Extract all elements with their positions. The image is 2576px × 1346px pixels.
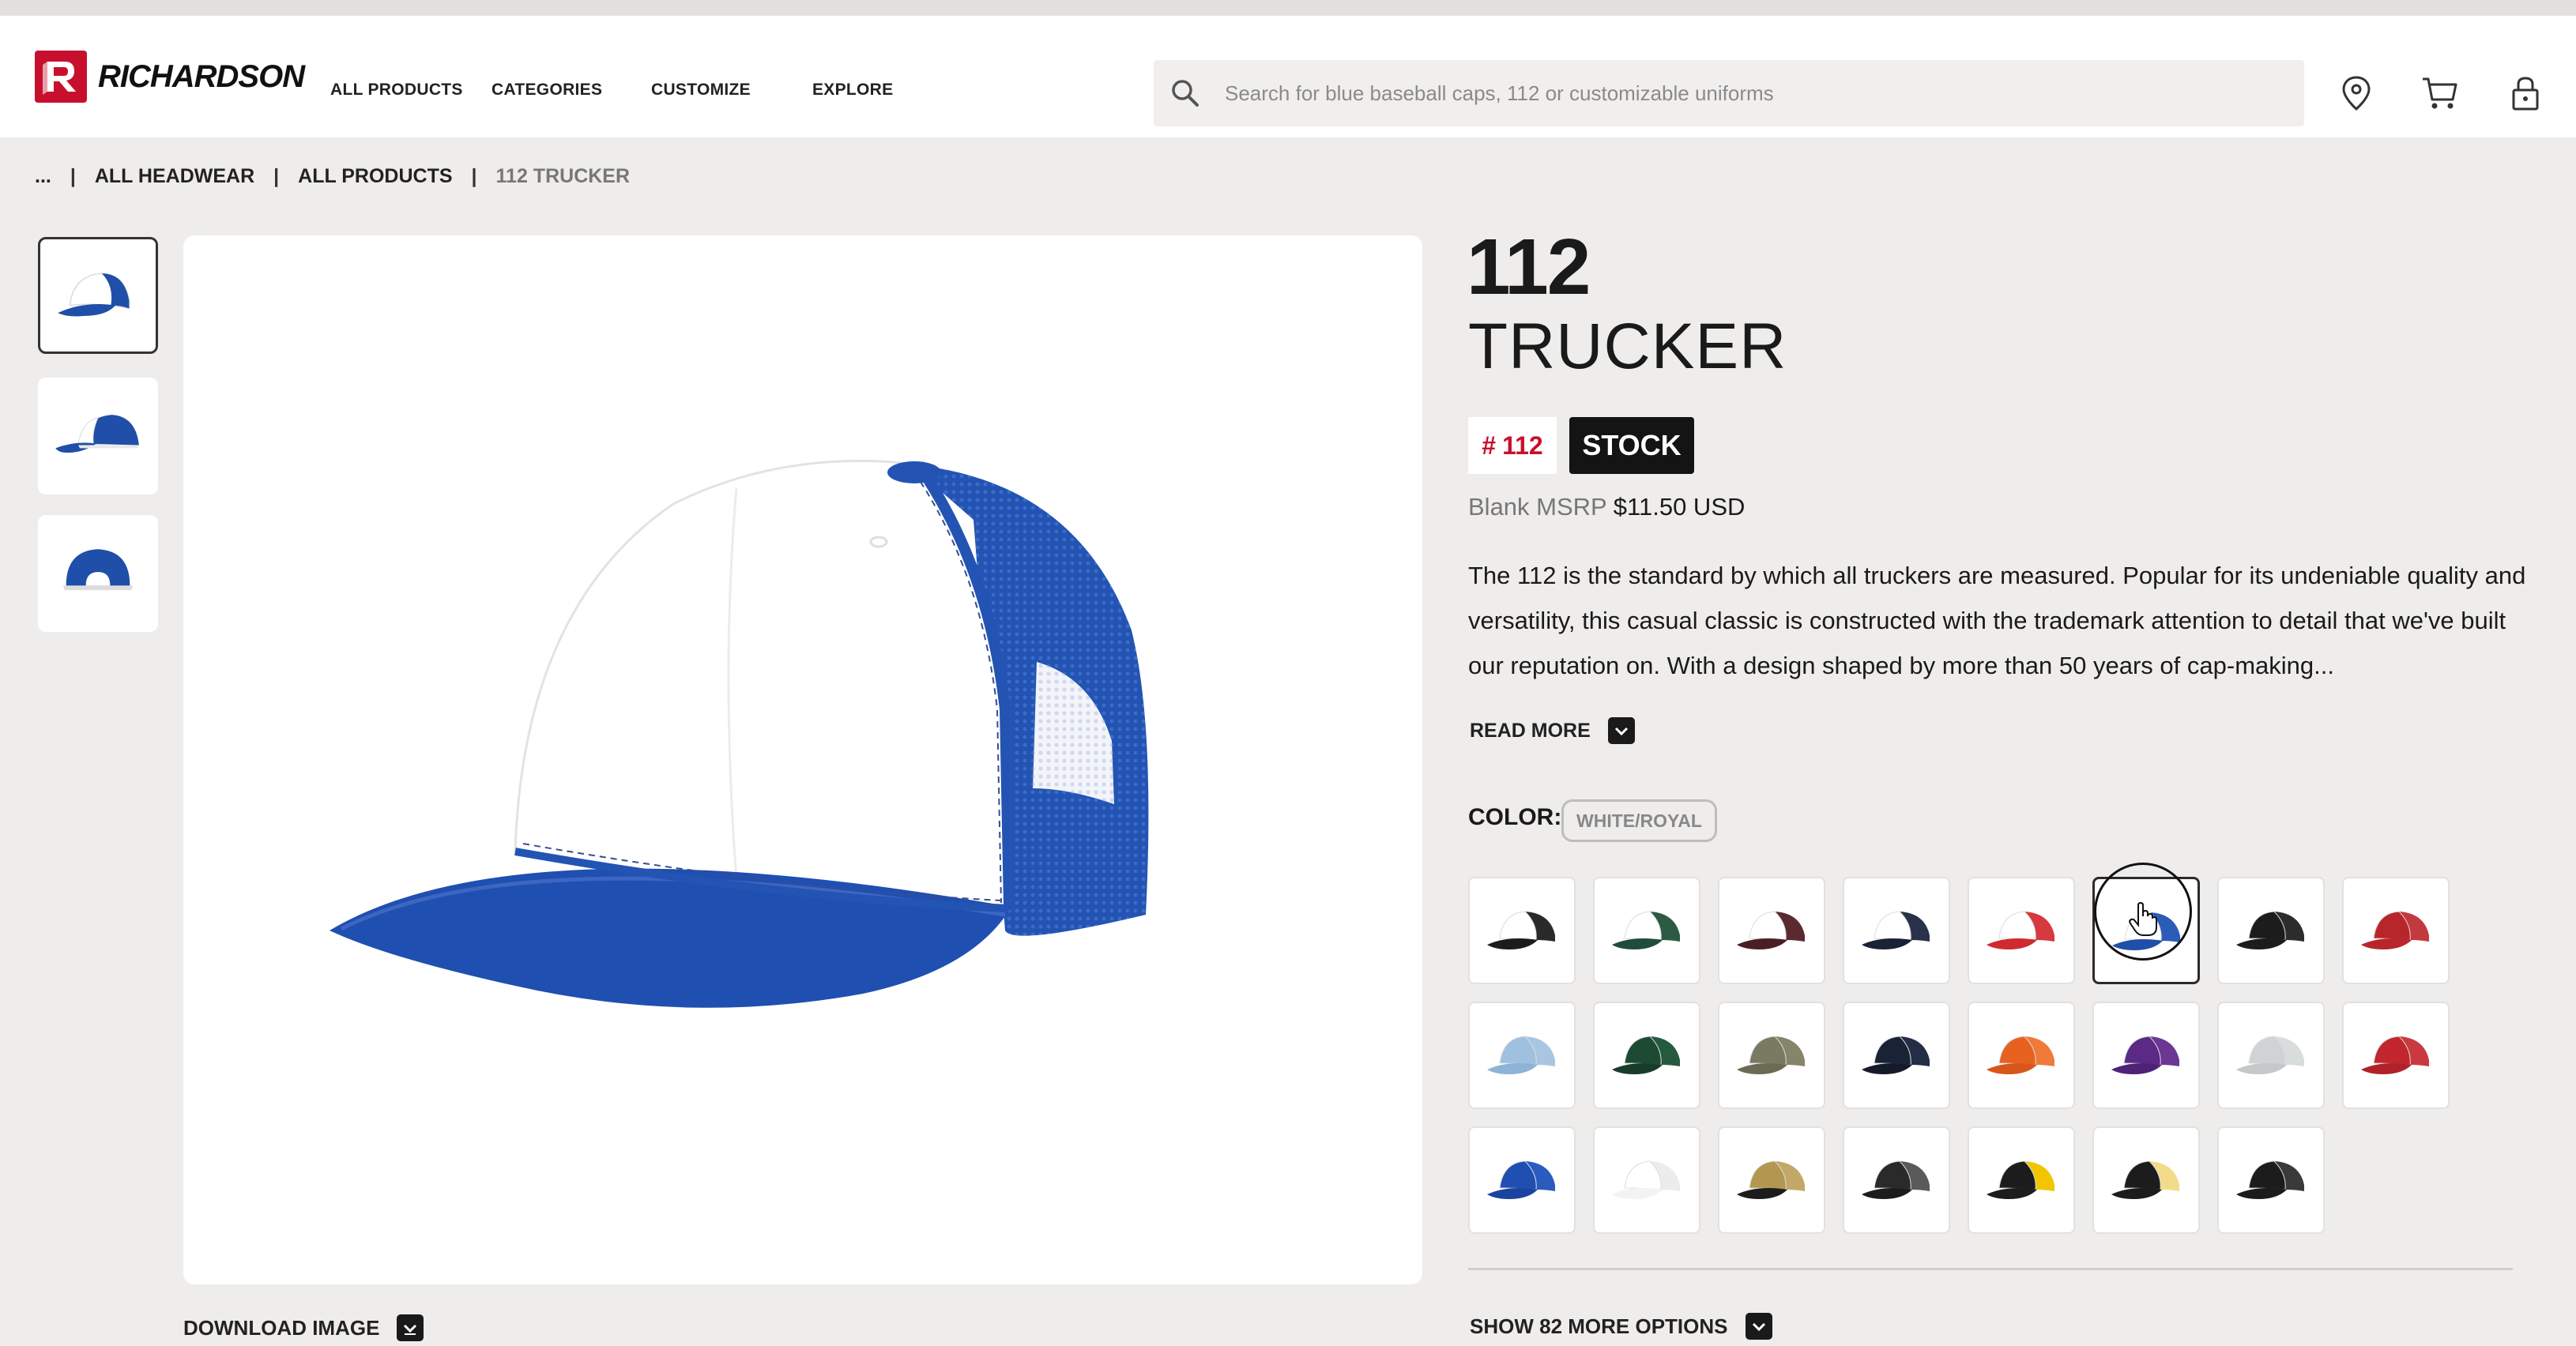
breadcrumb-ellipsis[interactable]: ... [35, 165, 51, 188]
color-label: COLOR: [1468, 804, 1562, 830]
breadcrumb-current: 112 TRUCKER [495, 164, 631, 187]
cap-back-thumbnail-image [62, 549, 134, 591]
site-header: RICHARDSON ALL PRODUCTS CATEGORIES CUSTO… [0, 16, 2576, 137]
download-image-button[interactable]: DOWNLOAD IMAGE [183, 1314, 424, 1341]
thumbnail-back[interactable] [38, 515, 158, 632]
hand-pointer-icon [2129, 902, 2157, 936]
color-swatch[interactable] [1968, 1002, 2075, 1109]
color-swatch[interactable] [1593, 877, 1700, 984]
color-swatch-grid [1468, 877, 2464, 1234]
read-more-button[interactable]: READ MORE [1470, 717, 1635, 744]
breadcrumb-separator: | [471, 164, 477, 187]
color-swatch[interactable] [1843, 1126, 1950, 1234]
read-more-label: READ MORE [1470, 719, 1591, 742]
cap-swatch-icon [1487, 1036, 1555, 1074]
color-swatch[interactable] [1718, 1002, 1825, 1109]
lock-icon[interactable] [2505, 73, 2546, 114]
product-description: The 112 is the standard by which all tru… [1468, 562, 2526, 679]
breadcrumb-separator: | [273, 164, 280, 187]
cap-swatch-icon [2361, 911, 2429, 949]
msrp-price: $11.50 USD [1613, 493, 1746, 521]
chevron-down-icon [1607, 717, 1635, 744]
location-pin-icon[interactable] [2336, 73, 2377, 114]
breadcrumb-all-products[interactable]: ALL PRODUCTS [298, 165, 452, 188]
sku-badge: # 112 [1468, 417, 1557, 474]
cap-swatch-icon [1487, 1160, 1555, 1199]
cap-front-thumbnail-image [58, 273, 130, 317]
show-more-options-button[interactable]: SHOW 82 MORE OPTIONS [1470, 1313, 1772, 1340]
cap-swatch-icon [1737, 1036, 1805, 1074]
nav-customize[interactable]: CUSTOMIZE [651, 81, 751, 100]
color-swatch[interactable] [1593, 1002, 1700, 1109]
color-swatch[interactable] [1843, 877, 1950, 984]
color-swatch[interactable] [1968, 877, 2075, 984]
search-bar [1154, 60, 2304, 126]
cap-swatch-icon [1862, 1160, 1930, 1199]
brand-logo[interactable]: RICHARDSON [35, 51, 305, 103]
product-name: TRUCKER [1468, 310, 1787, 382]
color-swatch[interactable] [2092, 1126, 2200, 1234]
main-product-image[interactable] [183, 235, 1422, 1284]
color-swatch[interactable] [1468, 1126, 1576, 1234]
color-swatch[interactable] [2092, 1002, 2200, 1109]
color-swatch[interactable] [1718, 877, 1825, 984]
breadcrumb-separator: | [70, 164, 76, 187]
cap-swatch-icon [1862, 911, 1930, 949]
browser-top-strip [0, 0, 2576, 16]
cap-swatch-icon [1737, 911, 1805, 949]
cap-swatch-icon [2236, 911, 2304, 949]
stock-badge: STOCK [1569, 417, 1694, 474]
breadcrumb: ... | ALL HEADWEAR | ALL PRODUCTS | 112 … [35, 163, 630, 190]
color-swatch[interactable] [2217, 1002, 2325, 1109]
cap-swatch-icon [2236, 1036, 2304, 1074]
msrp: Blank MSRP $11.50 USD [1468, 493, 1745, 521]
color-swatch[interactable] [1468, 877, 1576, 984]
cap-swatch-icon [2361, 1036, 2429, 1074]
color-swatch[interactable] [1593, 1126, 1700, 1234]
cap-swatch-icon [1737, 1160, 1805, 1199]
cap-swatch-icon [2111, 1160, 2179, 1199]
product-number: 112 [1467, 223, 1591, 311]
color-swatch[interactable] [2342, 877, 2450, 984]
richardson-r-logo-icon [35, 51, 87, 103]
cap-swatch-icon [1612, 911, 1680, 949]
search-input[interactable] [1225, 60, 2284, 126]
color-swatch[interactable] [2342, 1002, 2450, 1109]
chevron-down-icon [1745, 1313, 1772, 1340]
color-swatch[interactable] [1718, 1126, 1825, 1234]
cap-swatch-icon [1487, 911, 1555, 949]
nav-explore[interactable]: EXPLORE [812, 81, 893, 100]
selected-color-badge: WHITE/ROYAL [1561, 799, 1717, 842]
download-image-label: DOWNLOAD IMAGE [183, 1315, 380, 1340]
cap-swatch-icon [1987, 1036, 2054, 1074]
download-icon [397, 1314, 424, 1341]
cap-swatch-icon [1987, 911, 2054, 949]
color-swatch[interactable] [1468, 1002, 1576, 1109]
color-swatch[interactable] [2217, 1126, 2325, 1234]
sku-value: 112 [1502, 430, 1543, 460]
thumbnail-front[interactable] [38, 237, 158, 354]
nav-all-products[interactable]: ALL PRODUCTS [330, 81, 463, 100]
breadcrumb-all-headwear[interactable]: ALL HEADWEAR [95, 165, 254, 188]
search-icon[interactable] [1169, 77, 1201, 109]
thumbnail-side[interactable] [38, 378, 158, 494]
cap-swatch-icon [1987, 1160, 2054, 1199]
cart-icon[interactable] [2420, 73, 2461, 114]
nav-categories[interactable]: CATEGORIES [491, 81, 602, 100]
color-swatch[interactable] [2217, 877, 2325, 984]
brand-name: RICHARDSON [98, 58, 305, 94]
cap-main-image [330, 460, 1149, 1008]
more-options-label: SHOW 82 MORE OPTIONS [1470, 1314, 1728, 1338]
cap-swatch-icon [2111, 1036, 2179, 1074]
cap-swatch-icon [1612, 1160, 1680, 1199]
cap-swatch-icon [2236, 1160, 2304, 1199]
color-swatch[interactable] [1968, 1126, 2075, 1234]
msrp-label: Blank MSRP [1468, 493, 1607, 521]
sku-hash: # [1482, 430, 1497, 460]
options-divider [1468, 1268, 2513, 1270]
cap-swatch-icon [1612, 1036, 1680, 1074]
cap-side-thumbnail-image [55, 415, 139, 453]
cap-swatch-icon [1862, 1036, 1930, 1074]
color-swatch[interactable] [1843, 1002, 1950, 1109]
